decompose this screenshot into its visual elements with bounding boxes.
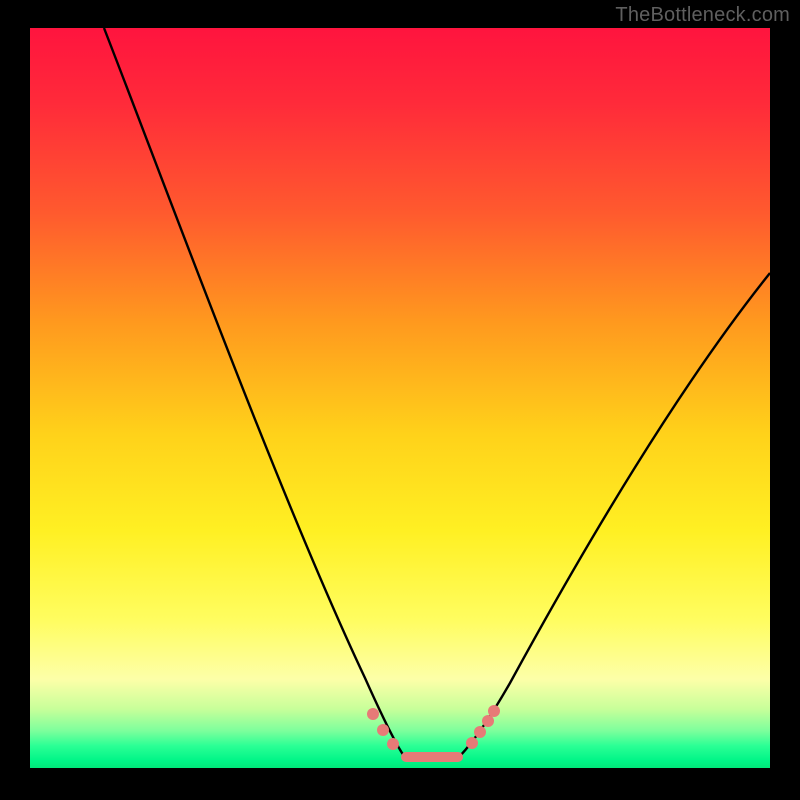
valley-marker-right-3 <box>482 715 494 727</box>
outer-black-frame: TheBottleneck.com <box>0 0 800 800</box>
curve-right-branch <box>460 273 770 756</box>
valley-marker-left-3 <box>387 738 399 750</box>
watermark-text: TheBottleneck.com <box>615 4 790 27</box>
bottleneck-curve <box>30 28 770 768</box>
valley-marker-left-2 <box>377 724 389 736</box>
plot-area <box>30 28 770 768</box>
valley-marker-right-2 <box>474 726 486 738</box>
valley-marker-right-1 <box>466 737 478 749</box>
valley-marker-right-4 <box>488 705 500 717</box>
curve-left-branch <box>104 28 404 756</box>
valley-marker-left-1 <box>367 708 379 720</box>
